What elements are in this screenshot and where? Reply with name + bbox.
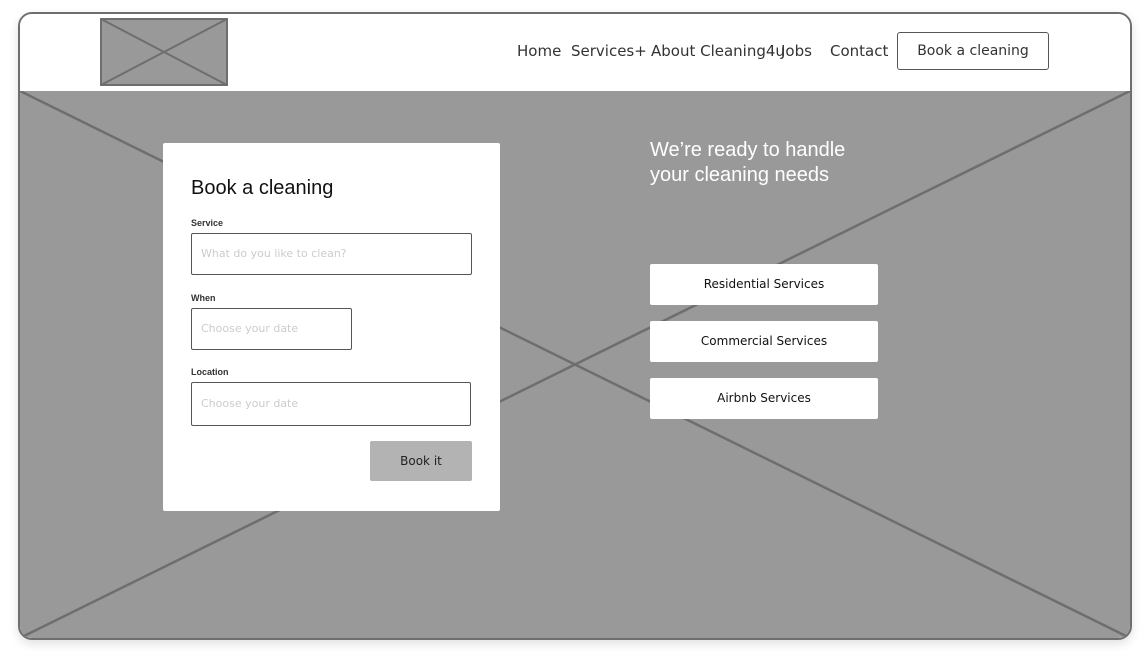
location-input[interactable]: Choose your date <box>191 382 471 426</box>
site-header: Home Services+ About Cleaning4u Jobs Con… <box>20 14 1130 91</box>
location-label: Location <box>191 367 229 377</box>
commercial-services-button[interactable]: Commercial Services <box>650 321 878 362</box>
nav-jobs[interactable]: Jobs <box>781 42 812 60</box>
when-date-input[interactable]: Choose your date <box>191 308 352 350</box>
booking-form: Book a cleaning Service What do you like… <box>163 143 500 511</box>
hero-headline: We’re ready to handle your cleaning need… <box>650 138 910 188</box>
book-cleaning-button[interactable]: Book a cleaning <box>897 32 1049 70</box>
nav-about[interactable]: About Cleaning4u <box>651 42 785 60</box>
nav-contact[interactable]: Contact <box>830 42 888 60</box>
nav-home[interactable]: Home <box>517 42 561 60</box>
booking-form-title: Book a cleaning <box>191 177 334 199</box>
nav-services-label: Services <box>571 42 635 60</box>
book-it-button[interactable]: Book it <box>370 441 472 481</box>
residential-services-button[interactable]: Residential Services <box>650 264 878 305</box>
main-nav: Home Services+ About Cleaning4u Jobs Con… <box>20 14 1130 91</box>
hero-headline-line1: We’re ready to handle <box>650 139 846 161</box>
nav-services[interactable]: Services+ <box>571 42 647 60</box>
airbnb-services-button[interactable]: Airbnb Services <box>650 378 878 419</box>
hero-section: Book a cleaning Service What do you like… <box>20 91 1130 638</box>
browser-frame: Home Services+ About Cleaning4u Jobs Con… <box>18 12 1132 640</box>
when-label: When <box>191 293 216 303</box>
service-input[interactable]: What do you like to clean? <box>191 233 472 275</box>
plus-icon: + <box>634 42 647 60</box>
service-label: Service <box>191 218 224 228</box>
hero-headline-line2: your cleaning needs <box>650 164 830 186</box>
